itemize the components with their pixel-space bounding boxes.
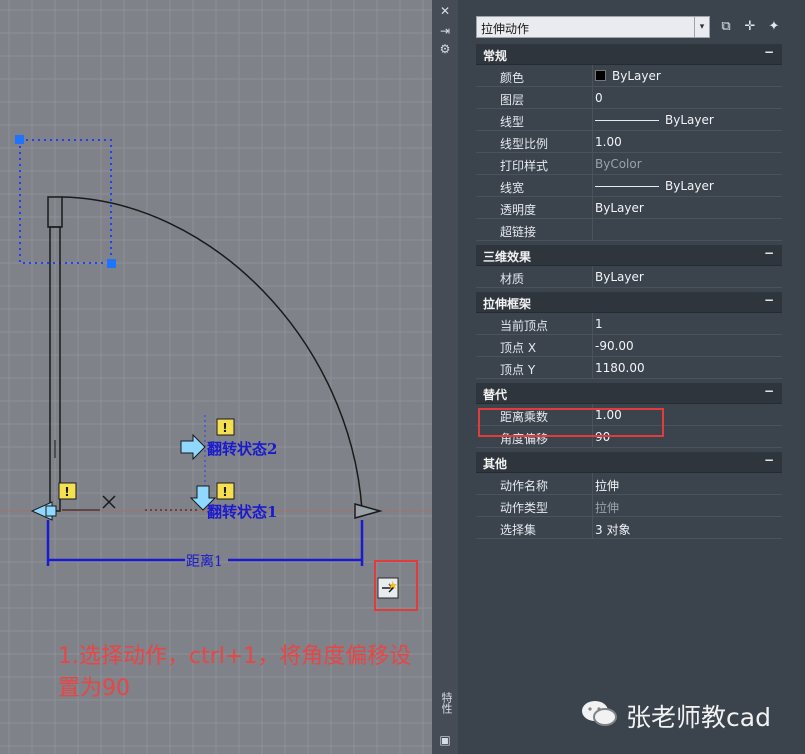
palette-strip: ✕ ⇥ ⚙ 特性 ▣ [432, 0, 459, 754]
door-swing-arc [61, 196, 363, 511]
section-title: 拉伸框架 [483, 297, 532, 311]
svg-text:!: ! [64, 485, 69, 499]
property-value[interactable]: ByLayer [595, 270, 644, 284]
object-type-select[interactable]: 拉伸动作 ▾ [476, 16, 710, 38]
property-row[interactable]: 线型比例 1.00 [476, 131, 782, 153]
property-name: 材质 [500, 272, 525, 286]
stretch-frame [19, 139, 112, 264]
property-name: 颜色 [500, 71, 525, 85]
property-row[interactable]: 透明度 ByLayer [476, 197, 782, 219]
property-value[interactable]: ByLayer [595, 113, 714, 127]
grip-top-left[interactable] [15, 135, 24, 144]
grip-bottom-right[interactable] [107, 259, 116, 268]
brand-watermark: 张老师教cad [626, 703, 771, 732]
property-value[interactable]: ByLayer [595, 179, 714, 193]
section-title: 常规 [483, 49, 508, 63]
property-row[interactable]: 选择集 3 对象 [476, 517, 782, 539]
property-value[interactable]: 1180.00 [595, 361, 645, 375]
collapse-minus-icon[interactable]: − [764, 453, 774, 467]
property-value[interactable]: 1 [595, 317, 603, 331]
property-value[interactable]: ByLayer [595, 69, 661, 83]
color-swatch [595, 70, 606, 81]
property-value[interactable]: ByLayer [595, 201, 644, 215]
property-row[interactable]: 当前顶点 1 [476, 313, 782, 335]
property-row[interactable]: 顶点 Y 1180.00 [476, 357, 782, 379]
property-grid: 常规 − 颜色 ByLayer 图层 0 线型 ByLayer 线型比例 1.00 打印样式 ByCo… [476, 44, 782, 543]
property-row[interactable]: 超链接 [476, 219, 782, 241]
property-value[interactable]: 拉伸 [595, 499, 619, 516]
property-name: 当前顶点 [500, 319, 549, 333]
chevron-down-icon: ▾ [694, 17, 709, 37]
close-icon[interactable]: ✕ [438, 4, 452, 18]
property-name: 图层 [500, 93, 525, 107]
property-row[interactable]: 动作类型 拉伸 [476, 495, 782, 517]
section-header[interactable]: 常规 − [476, 44, 782, 65]
flip-state-2-label: 翻转状态2 [207, 440, 277, 458]
section-title: 三维效果 [483, 250, 532, 264]
angle-offset-highlight [478, 408, 664, 437]
property-row[interactable]: 材质 ByLayer [476, 266, 782, 288]
property-name: 透明度 [500, 203, 537, 217]
select-objects-icon[interactable]: ✛ [741, 18, 759, 36]
property-name: 线型比例 [500, 137, 549, 151]
property-row[interactable]: 顶点 X -90.00 [476, 335, 782, 357]
basepoint-cross [102, 495, 116, 509]
property-name: 顶点 X [500, 341, 537, 355]
property-value[interactable]: 1.00 [595, 135, 622, 149]
property-name: 动作类型 [500, 501, 549, 515]
property-value[interactable]: 拉伸 [595, 477, 619, 494]
section-title: 替代 [483, 388, 508, 402]
property-name: 动作名称 [500, 479, 549, 493]
property-row[interactable]: 线型 ByLayer [476, 109, 782, 131]
property-value[interactable]: 3 对象 [595, 521, 630, 538]
collapse-minus-icon[interactable]: − [764, 293, 774, 307]
property-row[interactable]: 打印样式 ByColor [476, 153, 782, 175]
linetype-preview [595, 120, 659, 121]
flip-grip-2[interactable] [180, 433, 206, 461]
property-row[interactable]: 线宽 ByLayer [476, 175, 782, 197]
palette-title: 特性 [440, 692, 453, 714]
quick-select-icon[interactable]: ✦ [765, 18, 783, 36]
property-name: 顶点 Y [500, 363, 536, 377]
collapse-minus-icon[interactable]: − [764, 384, 774, 398]
svg-text:!: ! [222, 485, 227, 499]
collapse-minus-icon[interactable]: − [764, 246, 774, 260]
property-value[interactable]: -90.00 [595, 339, 634, 353]
palette-corner-icon[interactable]: ▣ [438, 733, 452, 747]
section-header[interactable]: 替代 − [476, 383, 782, 404]
property-name: 线宽 [500, 181, 525, 195]
property-row[interactable]: 动作名称 拉伸 [476, 473, 782, 495]
settings-icon[interactable]: ⚙ [438, 42, 452, 56]
property-name: 超链接 [500, 225, 537, 239]
property-value[interactable]: ByColor [595, 157, 642, 171]
section-header[interactable]: 其他 − [476, 452, 782, 473]
linetype-preview [595, 186, 659, 187]
flip-state-1-label: 翻转状态1 [207, 503, 277, 521]
property-row[interactable]: 图层 0 [476, 87, 782, 109]
collapse-icon[interactable]: ⇥ [438, 24, 452, 38]
property-value[interactable]: 0 [595, 91, 603, 105]
drawing-canvas[interactable]: ! ! ! 翻转状态2 翻转状态1 距离1 1.选择动作，ctrl+1，将角度偏… [0, 0, 805, 754]
property-name: 选择集 [500, 523, 537, 537]
tutorial-caption: 1.选择动作，ctrl+1，将角度偏移设置为90 [58, 644, 412, 701]
distance-label: 距离1 [186, 553, 223, 570]
property-name: 线型 [500, 115, 525, 129]
properties-panel: 拉伸动作 ▾ ⧉ ✛ ✦ 常规 − 颜色 ByLayer 图层 0 线型 ByLayer 线型比… [458, 0, 805, 754]
section-header[interactable]: 拉伸框架 − [476, 292, 782, 313]
property-name: 打印样式 [500, 159, 549, 173]
property-row[interactable]: 颜色 ByLayer [476, 65, 782, 87]
svg-text:!: ! [222, 421, 227, 435]
collapse-minus-icon[interactable]: − [764, 45, 774, 59]
section-title: 其他 [483, 457, 508, 471]
section-header[interactable]: 三维效果 − [476, 245, 782, 266]
toggle-pickadd-icon[interactable]: ⧉ [717, 18, 735, 36]
